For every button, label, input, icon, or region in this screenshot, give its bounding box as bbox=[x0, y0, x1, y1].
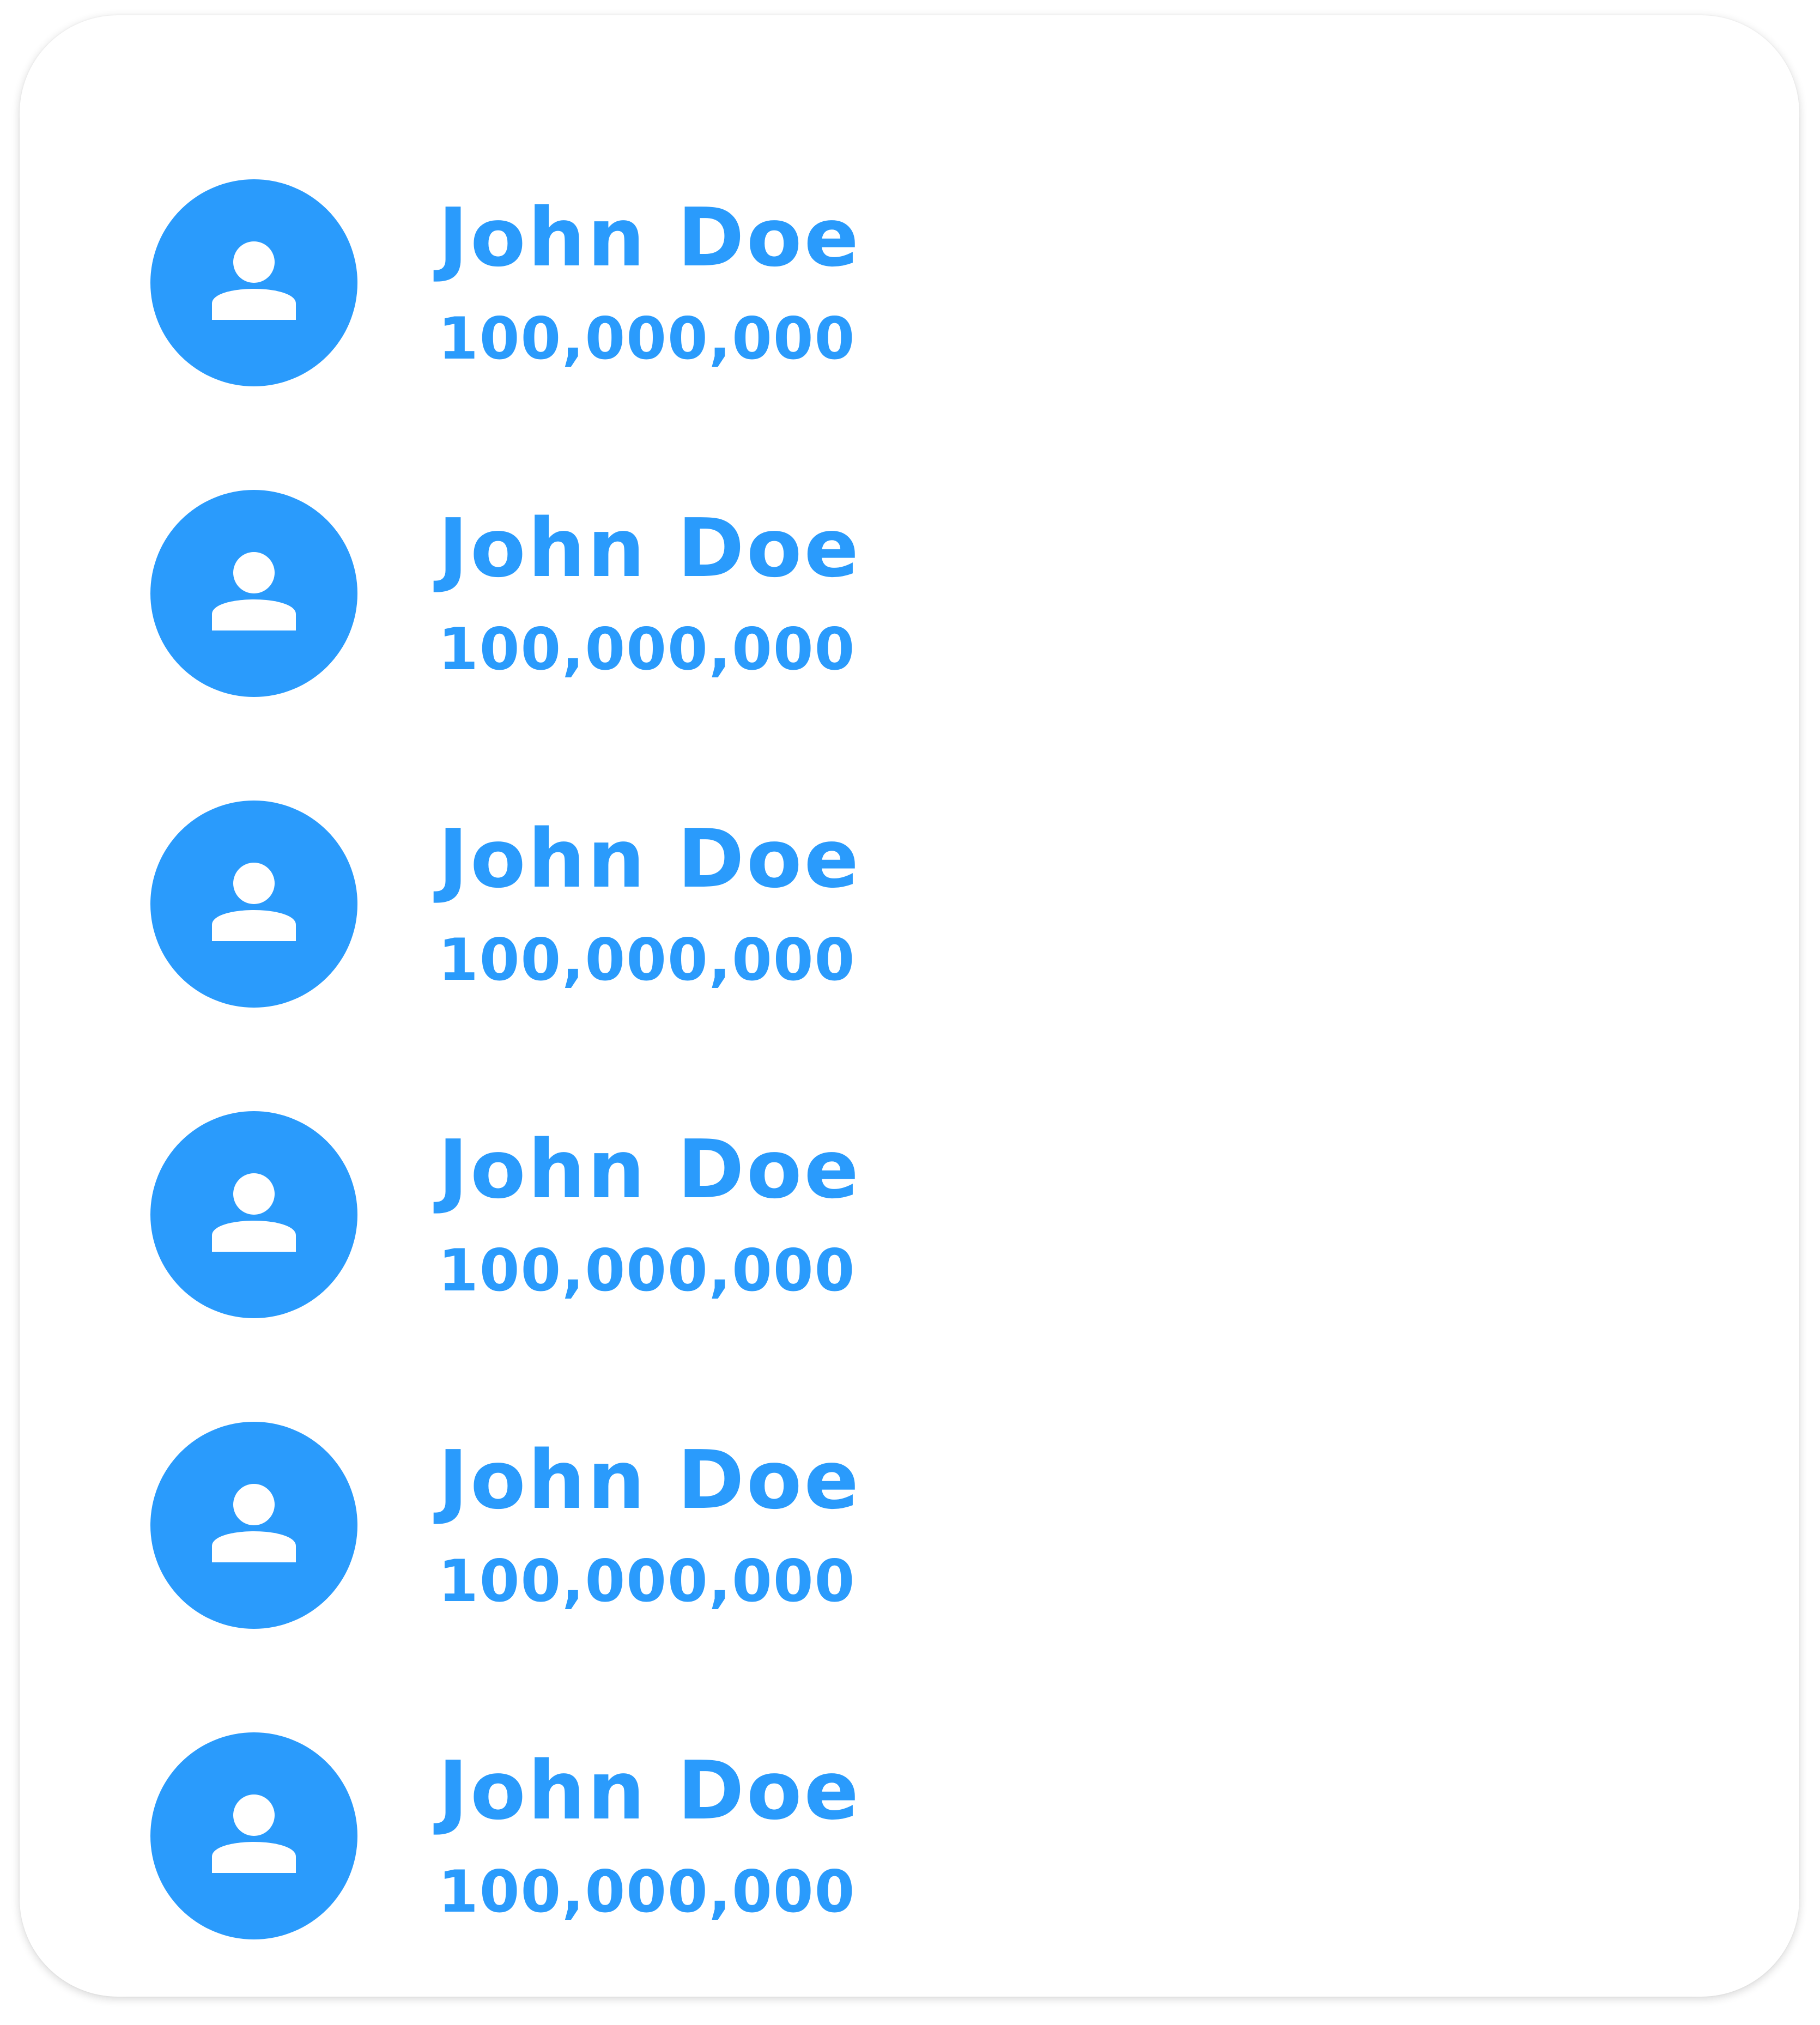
user-amount: 100,000,000 bbox=[438, 1858, 856, 1925]
user-name: John Doe bbox=[438, 191, 861, 284]
user-amount: 100,000,000 bbox=[438, 926, 856, 993]
user-info: John Doe 100,000,000 bbox=[438, 494, 861, 693]
user-amount: 100,000,000 bbox=[438, 616, 856, 683]
avatar bbox=[150, 1422, 357, 1629]
person-icon bbox=[212, 241, 296, 320]
avatar bbox=[150, 801, 357, 1008]
user-info: John Doe 100,000,000 bbox=[438, 1426, 861, 1625]
user-amount: 100,000,000 bbox=[438, 1237, 856, 1304]
user-info: John Doe 100,000,000 bbox=[438, 804, 861, 1004]
person-icon bbox=[212, 552, 296, 630]
user-list-item[interactable]: John Doe 100,000,000 bbox=[150, 749, 861, 1059]
person-icon bbox=[212, 1484, 296, 1562]
user-info: John Doe 100,000,000 bbox=[438, 1115, 861, 1314]
user-info: John Doe 100,000,000 bbox=[438, 183, 861, 383]
user-name: John Doe bbox=[438, 1744, 861, 1838]
person-icon bbox=[212, 1794, 296, 1873]
user-list-item[interactable]: John Doe 100,000,000 bbox=[150, 438, 861, 749]
person-icon bbox=[212, 1173, 296, 1252]
user-list-item[interactable]: John Doe 100,000,000 bbox=[150, 1059, 861, 1370]
user-info: John Doe 100,000,000 bbox=[438, 1736, 861, 1936]
avatar bbox=[150, 1732, 357, 1939]
user-name: John Doe bbox=[438, 812, 861, 906]
user-list-item[interactable]: John Doe 100,000,000 bbox=[150, 128, 861, 438]
user-amount: 100,000,000 bbox=[438, 305, 856, 372]
avatar bbox=[150, 179, 357, 386]
user-name: John Doe bbox=[438, 1433, 861, 1527]
user-list-item[interactable]: John Doe 100,000,000 bbox=[150, 1681, 861, 1991]
user-list-card: John Doe 100,000,000 John Doe 100,000,00… bbox=[20, 15, 1799, 1997]
avatar bbox=[150, 490, 357, 697]
user-list: John Doe 100,000,000 John Doe 100,000,00… bbox=[150, 128, 861, 1991]
user-name: John Doe bbox=[438, 501, 861, 595]
person-icon bbox=[212, 863, 296, 941]
user-name: John Doe bbox=[438, 1123, 861, 1216]
avatar bbox=[150, 1111, 357, 1318]
user-list-item[interactable]: John Doe 100,000,000 bbox=[150, 1370, 861, 1681]
user-amount: 100,000,000 bbox=[438, 1548, 856, 1615]
